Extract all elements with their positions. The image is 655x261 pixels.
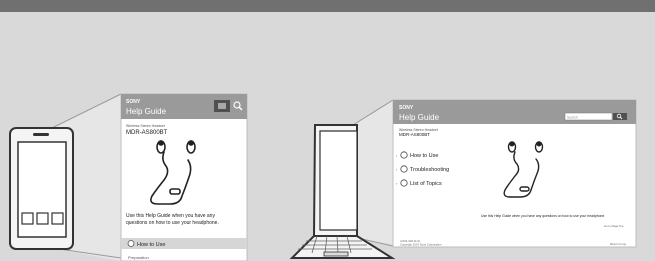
laptop-nav-item-troubleshooting[interactable]: › Troubleshooting [396, 165, 449, 173]
laptop-screen-title: Help Guide [399, 113, 440, 122]
phone-screen-mockup: SONY Help Guide Wireless Stereo Headset … [120, 93, 248, 261]
phone-subtitle: Wireless Stereo Headset [126, 124, 165, 128]
phone-menu-item-2-label[interactable]: Preparation [128, 255, 149, 260]
smartphone-illustration [9, 93, 122, 261]
laptop-footer-copyright: Copyright 2014 Sony Corporation [400, 243, 442, 247]
laptop-illustration [289, 99, 396, 259]
phone-brand-logo: SONY [126, 99, 141, 105]
svg-text:Troubleshooting: Troubleshooting [410, 167, 449, 173]
how-to-use-icon [127, 240, 135, 247]
laptop-intro: Use this Help Guide when you have any qu… [481, 214, 605, 218]
list-of-topics-icon [400, 179, 408, 187]
troubleshooting-icon [400, 165, 408, 173]
svg-text:List of Topics: List of Topics [410, 181, 442, 187]
phone-intro-line-1: Use this Help Guide when you have any [126, 213, 215, 219]
svg-text:How to Use: How to Use [410, 153, 438, 159]
phone-intro-line-2: questions on how to use your headphone. [126, 220, 219, 226]
laptop-trackpad [323, 251, 349, 257]
laptop-nav-item-list-of-topics[interactable]: › List of Topics [396, 179, 442, 187]
how-to-use-icon [400, 151, 408, 159]
laptop-search-placeholder: Search [567, 116, 578, 120]
illustration: SONY Help Guide Wireless Stereo Headset … [9, 93, 637, 261]
phone-menu-item-1-label: How to Use [137, 242, 165, 248]
laptop-brand-logo: SONY [399, 105, 414, 111]
laptop-screen-mockup: SONY Help Guide Search Wireless Stereo H… [392, 99, 637, 248]
laptop-footer-return[interactable]: Return to top [610, 242, 627, 246]
laptop-nav-item-how-to-use[interactable]: › How to Use [396, 151, 438, 159]
laptop-model: MDR-AS800BT [399, 132, 430, 137]
phone-model: MDR-AS800BT [126, 130, 168, 136]
phone-screen-title: Help Guide [126, 107, 167, 116]
laptop-page-top-link[interactable]: Go to Page Top [604, 224, 624, 228]
